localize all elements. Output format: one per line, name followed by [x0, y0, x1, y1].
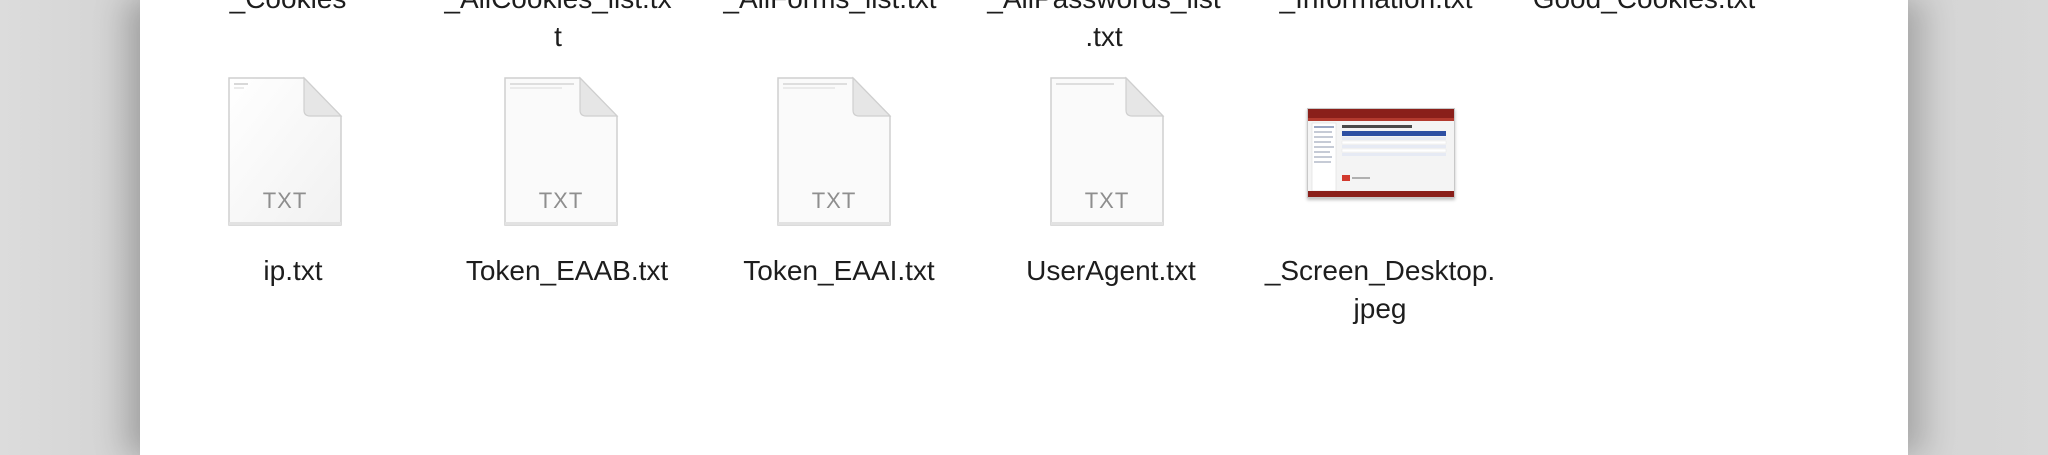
- file-name-label: Token_EAAB.txt: [465, 255, 669, 286]
- text-document-icon: TXT: [226, 76, 344, 228]
- file-type-badge: TXT: [262, 188, 308, 213]
- file-type-badge: TXT: [1084, 188, 1130, 213]
- file-item-token-eaai[interactable]: TXT Token_EAAI.txt: [714, 76, 964, 296]
- file-label-good-cookies[interactable]: Good_Cookies.txt: [1514, 0, 1774, 18]
- file-name-label: Token_EAAI.txt: [743, 255, 935, 286]
- file-name-label: ip.txt: [263, 255, 323, 286]
- file-label-cookies-folder[interactable]: _Cookies: [158, 0, 418, 18]
- text-document-icon: TXT: [502, 76, 620, 228]
- text-document-icon: TXT: [775, 76, 893, 228]
- file-label-allcookies[interactable]: _AllCookies_list.tx t: [428, 0, 688, 56]
- file-label-allpasswords[interactable]: _AllPasswords_list .txt: [974, 0, 1234, 56]
- image-thumbnail-icon: [1307, 108, 1455, 198]
- file-item-ip[interactable]: TXT ip.txt: [168, 76, 418, 296]
- file-name-label: _Screen_Desktop. jpeg: [1264, 255, 1496, 324]
- text-document-icon: TXT: [1048, 76, 1166, 228]
- file-type-badge: TXT: [811, 188, 857, 213]
- file-item-token-eaab[interactable]: TXT Token_EAAB.txt: [442, 76, 692, 296]
- file-item-useragent[interactable]: TXT UserAgent.txt: [986, 76, 1236, 296]
- file-type-badge: TXT: [538, 188, 584, 213]
- file-label-allforms[interactable]: _AllForms_list.txt: [700, 0, 960, 18]
- finder-window: _Cookies _AllCookies_list.tx t _AllForms…: [140, 0, 1908, 455]
- file-label-information[interactable]: _Information.txt: [1246, 0, 1506, 18]
- file-item-screen-desktop[interactable]: _Screen_Desktop. jpeg: [1255, 76, 1505, 336]
- file-name-label: UserAgent.txt: [1026, 255, 1196, 286]
